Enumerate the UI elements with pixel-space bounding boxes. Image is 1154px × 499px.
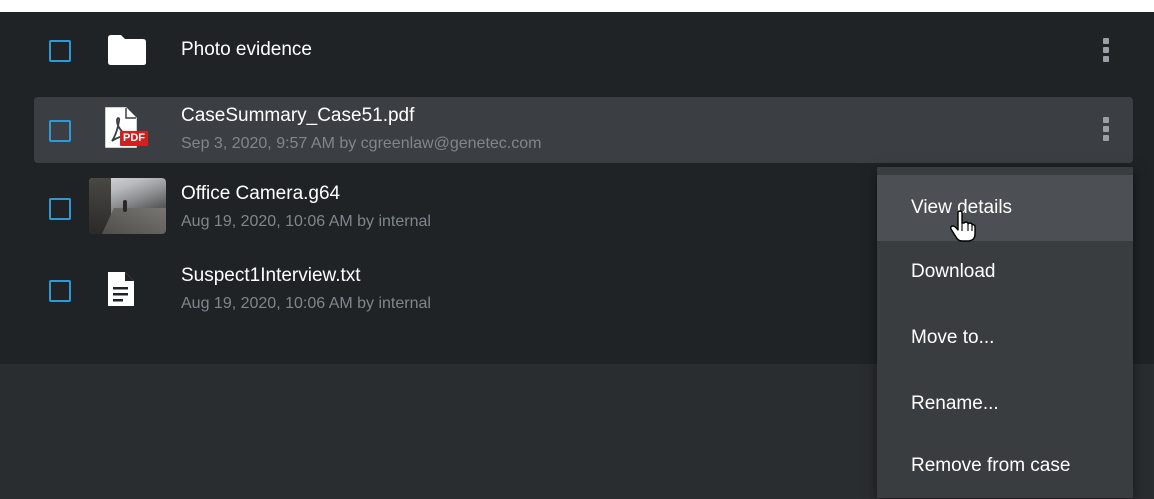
file-meta: Aug 19, 2020, 10:06 AM by internal — [181, 295, 431, 312]
menu-item-view-details[interactable]: View details — [877, 175, 1133, 241]
top-edge — [0, 0, 1154, 12]
file-name[interactable]: Photo evidence — [181, 39, 312, 61]
list-item-pdf-case-summary[interactable]: PDF CaseSummary_Case51.pdf Sep 3, 2020, … — [34, 97, 1133, 163]
context-menu: View details Download Move to... Rename.… — [877, 167, 1133, 498]
row-checkbox[interactable] — [49, 120, 71, 142]
menu-item-move-to[interactable]: Move to... — [877, 305, 1133, 371]
hand-pointer-cursor — [950, 210, 976, 247]
row-checkbox[interactable] — [49, 280, 71, 302]
pdf-file-icon: PDF — [104, 107, 148, 157]
list-item-folder-photo-evidence[interactable]: Photo evidence — [34, 17, 1133, 83]
pdf-badge: PDF — [120, 131, 148, 146]
row-checkbox[interactable] — [49, 40, 71, 62]
file-meta: Sep 3, 2020, 9:57 AM by cgreenlaw@genete… — [181, 135, 542, 152]
file-name[interactable]: CaseSummary_Case51.pdf — [181, 105, 414, 127]
menu-item-download[interactable]: Download — [877, 239, 1133, 305]
menu-item-remove-from-case[interactable]: Remove from case — [877, 433, 1133, 499]
file-name[interactable]: Office Camera.g64 — [181, 183, 340, 205]
more-vert-icon[interactable] — [1098, 114, 1114, 144]
file-meta: Aug 19, 2020, 10:06 AM by internal — [181, 213, 431, 230]
more-vert-icon[interactable] — [1098, 35, 1114, 65]
menu-item-rename[interactable]: Rename... — [877, 371, 1133, 437]
file-name[interactable]: Suspect1Interview.txt — [181, 265, 361, 287]
row-checkbox[interactable] — [49, 198, 71, 220]
video-thumbnail — [89, 178, 166, 234]
text-file-icon — [107, 271, 135, 312]
folder-icon — [106, 34, 148, 71]
